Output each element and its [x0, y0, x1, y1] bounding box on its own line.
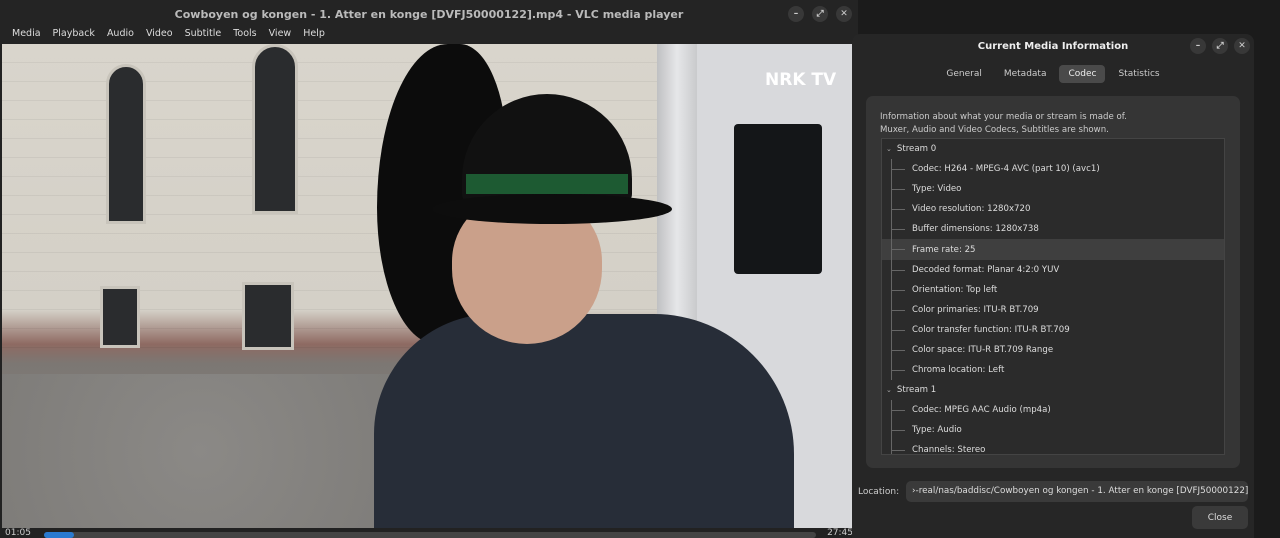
- close-icon[interactable]: ✕: [836, 6, 852, 22]
- tree-stream[interactable]: ⌄ Stream 1: [882, 380, 1224, 400]
- menu-subtitle[interactable]: Subtitle: [179, 28, 228, 44]
- nrk-tv-watermark: NRK TV: [765, 70, 837, 90]
- menu-video[interactable]: Video: [140, 28, 179, 44]
- codec-description: Information about what your media or str…: [880, 111, 1127, 137]
- tree-item[interactable]: Color space: ITU-R BT.709 Range: [882, 339, 1224, 361]
- menu-media[interactable]: Media: [6, 28, 47, 44]
- minimize-icon[interactable]: –: [1190, 38, 1206, 54]
- expand-arrow-icon[interactable]: ⌄: [886, 386, 892, 394]
- tree-item[interactable]: Channels: Stereo: [882, 440, 1224, 454]
- window-title: Cowboyen og kongen - 1. Atter en konge […: [174, 7, 684, 21]
- tab-metadata[interactable]: Metadata: [995, 65, 1056, 83]
- codec-tree[interactable]: ⌄ Stream 0 Codec: H264 - MPEG-4 AVC (part …: [881, 138, 1225, 455]
- menu-help[interactable]: Help: [297, 28, 331, 44]
- tab-general[interactable]: General: [937, 65, 990, 83]
- tree-item[interactable]: Buffer dimensions: 1280x738: [882, 219, 1224, 240]
- time-total: 27:45: [827, 528, 853, 538]
- location-input[interactable]: ›-real/nas/baddisc/Cowboyen og kongen - …: [906, 481, 1248, 502]
- time-elapsed: 01:05: [5, 528, 31, 538]
- expand-arrow-icon[interactable]: ⌄: [886, 145, 892, 153]
- location-label: Location:: [858, 487, 900, 497]
- maximize-icon[interactable]: ⤢: [1212, 38, 1228, 54]
- maximize-icon[interactable]: ⤢: [812, 6, 828, 22]
- close-icon[interactable]: ✕: [1234, 38, 1250, 54]
- tab-codec[interactable]: Codec: [1059, 65, 1106, 83]
- tree-item[interactable]: Color primaries: ITU-R BT.709: [882, 299, 1224, 320]
- tree-item[interactable]: Video resolution: 1280x720: [882, 199, 1224, 220]
- seek-slider[interactable]: [44, 532, 816, 538]
- media-info-dialog: Current Media Information – ⤢ ✕ General …: [852, 34, 1254, 538]
- dialog-title-bar: Current Media Information – ⤢ ✕: [852, 34, 1254, 58]
- title-bar: Cowboyen og kongen - 1. Atter en konge […: [0, 0, 858, 28]
- close-button[interactable]: Close: [1192, 506, 1248, 529]
- seek-fill: [44, 532, 75, 538]
- vlc-window: Cowboyen og kongen - 1. Atter en konge […: [0, 0, 858, 538]
- codec-panel: Information about what your media or str…: [866, 96, 1240, 468]
- menu-tools[interactable]: Tools: [227, 28, 262, 44]
- stream-label: Stream 0: [896, 144, 937, 155]
- tree-item[interactable]: Type: Audio: [882, 420, 1224, 441]
- menu-bar: Media Playback Audio Video Subtitle Tool…: [0, 28, 858, 44]
- tree-item[interactable]: Decoded format: Planar 4:2:0 YUV: [882, 259, 1224, 280]
- dialog-title: Current Media Information: [977, 40, 1129, 52]
- tree-item[interactable]: Frame rate: 25: [882, 239, 1224, 260]
- description-line: Muxer, Audio and Video Codecs, Subtitles…: [880, 125, 1109, 135]
- menu-view[interactable]: View: [263, 28, 298, 44]
- tree-item[interactable]: Type: Video: [882, 179, 1224, 200]
- tree-item[interactable]: Codec: H264 - MPEG-4 AVC (part 10) (avc1…: [882, 159, 1224, 180]
- menu-audio[interactable]: Audio: [101, 28, 140, 44]
- stream-label: Stream 1: [896, 385, 937, 396]
- wall-phone: [734, 124, 822, 274]
- tab-bar: General Metadata Codec Statistics: [852, 65, 1254, 83]
- description-line: Information about what your media or str…: [880, 112, 1127, 122]
- tree-item[interactable]: Orientation: Top left: [882, 279, 1224, 300]
- video-frame[interactable]: NRK TV: [2, 44, 854, 528]
- controls-bar: 01:05 27:45: [0, 528, 858, 538]
- minimize-icon[interactable]: –: [788, 6, 804, 22]
- menu-playback[interactable]: Playback: [47, 28, 101, 44]
- tree-item[interactable]: Color transfer function: ITU-R BT.709: [882, 319, 1224, 341]
- tree-item[interactable]: Codec: MPEG AAC Audio (mp4a): [882, 400, 1224, 421]
- tree-stream[interactable]: ⌄ Stream 0: [882, 139, 1224, 159]
- tree-item[interactable]: Chroma location: Left: [882, 360, 1224, 381]
- tab-statistics[interactable]: Statistics: [1109, 65, 1168, 83]
